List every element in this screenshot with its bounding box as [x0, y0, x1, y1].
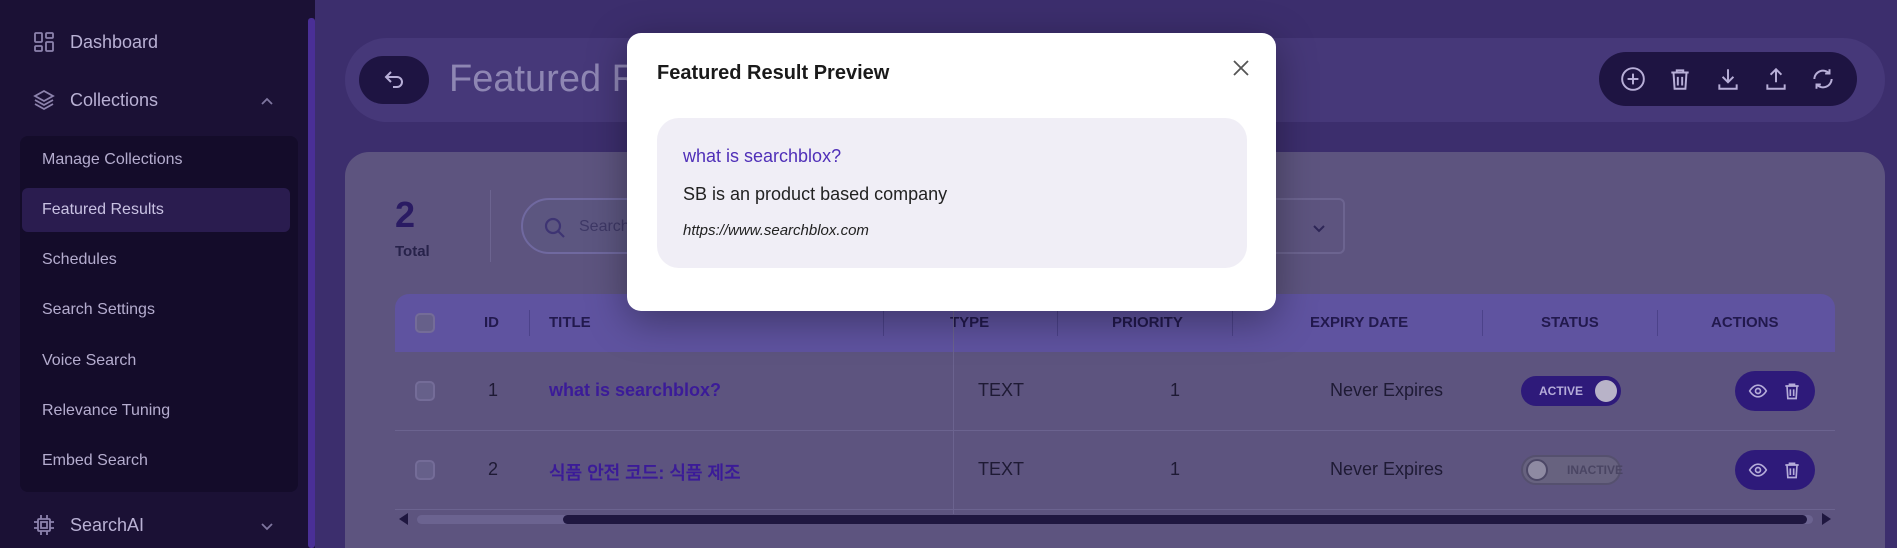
- cell-expiry-date: Never Expires: [1330, 380, 1444, 400]
- column-header-title[interactable]: TITLE: [549, 314, 591, 331]
- results-table: ID TITLE TYPE PRIORITY EXPIRY DATE STATU…: [395, 294, 1835, 514]
- select-all-checkbox[interactable]: [415, 313, 435, 333]
- sidebar-item-schedules[interactable]: Schedules: [22, 238, 290, 282]
- delete-icon[interactable]: [1667, 66, 1693, 92]
- chevron-down-icon[interactable]: [259, 518, 275, 534]
- close-button[interactable]: [1228, 55, 1254, 81]
- total-count: 2: [395, 194, 416, 235]
- sidebar-item-voice-search[interactable]: Voice Search: [22, 339, 290, 383]
- sidebar-item-collections[interactable]: Collections: [32, 88, 158, 112]
- chip-icon: [34, 515, 54, 535]
- column-separator: [529, 310, 530, 336]
- cell-priority: 1: [1170, 380, 1181, 400]
- sidebar-item-featured-results[interactable]: Featured Results: [22, 188, 290, 232]
- sidebar-scrollbar[interactable]: [308, 18, 315, 548]
- status-label: INACTIVE: [1567, 463, 1624, 477]
- preview-title-link[interactable]: what is searchblox?: [683, 146, 841, 167]
- preview-url: https://www.searchblox.com: [683, 222, 869, 239]
- back-button[interactable]: [359, 56, 429, 104]
- row-checkbox[interactable]: [415, 460, 435, 480]
- search-icon: [544, 217, 565, 238]
- column-separator: [883, 310, 884, 336]
- eye-icon[interactable]: [1748, 381, 1768, 401]
- sidebar-item-label: Dashboard: [70, 31, 159, 52]
- refresh-icon[interactable]: [1810, 66, 1836, 92]
- column-separator: [1482, 310, 1483, 336]
- column-separator: [1057, 310, 1058, 336]
- scroll-thumb[interactable]: [563, 515, 1807, 524]
- sidebar-item-label: Collections: [70, 89, 159, 110]
- sidebar-item-dashboard[interactable]: Dashboard: [32, 30, 158, 54]
- eye-icon[interactable]: [1748, 460, 1768, 480]
- trash-icon[interactable]: [1782, 381, 1802, 401]
- row-actions: [1735, 450, 1815, 490]
- scroll-left-arrow[interactable]: [399, 513, 408, 525]
- column-header-priority[interactable]: PRIORITY: [1112, 314, 1183, 331]
- cell-type: TEXT: [978, 380, 1025, 400]
- sidebar-item-embed-search[interactable]: Embed Search: [22, 439, 290, 483]
- cell-title-link[interactable]: 식품 안전 코드: 식품 제조: [549, 459, 741, 485]
- column-header-expiry-date[interactable]: EXPIRY DATE: [1310, 314, 1408, 331]
- status-label: ACTIVE: [1539, 384, 1584, 398]
- sidebar-item-manage-collections[interactable]: Manage Collections: [22, 138, 290, 182]
- scroll-right-arrow[interactable]: [1822, 513, 1831, 525]
- column-header-actions: ACTIONS: [1711, 314, 1779, 331]
- table-row: 2 식품 안전 코드: 식품 제조 TEXT 1 Never Expires I…: [395, 431, 1835, 510]
- cell-id: 2: [488, 459, 499, 479]
- table-row: 1 what is searchblox? TEXT 1 Never Expir…: [395, 352, 1835, 431]
- featured-result-preview: what is searchblox? SB is an product bas…: [657, 118, 1247, 268]
- sidebar-item-searchai[interactable]: SearchAI: [32, 513, 144, 537]
- sidebar-item-search-settings[interactable]: Search Settings: [22, 288, 290, 332]
- column-separator: [1657, 310, 1658, 336]
- toggle-knob: [1595, 380, 1617, 402]
- cell-expiry-date: Never Expires: [1330, 459, 1444, 479]
- toolbar: [1599, 52, 1857, 106]
- sidebar-item-relevance-tuning[interactable]: Relevance Tuning: [22, 389, 290, 433]
- horizontal-scrollbar[interactable]: [395, 508, 1835, 530]
- cell-type: TEXT: [978, 459, 1025, 479]
- cell-priority: 1: [1170, 459, 1181, 479]
- row-actions: [1735, 371, 1815, 411]
- preview-modal: Featured Result Preview what is searchbl…: [627, 33, 1276, 311]
- column-separator: [1232, 310, 1233, 336]
- add-icon[interactable]: [1620, 66, 1646, 92]
- sidebar: Dashboard Collections Manage Collections…: [0, 0, 315, 548]
- column-resize-line: [953, 294, 954, 514]
- back-arrow-icon: [384, 71, 403, 88]
- column-header-status[interactable]: STATUS: [1541, 314, 1599, 331]
- trash-icon[interactable]: [1782, 460, 1802, 480]
- modal-title: Featured Result Preview: [657, 62, 890, 84]
- total-label: Total: [395, 243, 430, 260]
- toggle-knob: [1526, 459, 1548, 481]
- row-checkbox[interactable]: [415, 381, 435, 401]
- cell-title-link[interactable]: what is searchblox?: [549, 380, 721, 401]
- chevron-up-icon[interactable]: [259, 94, 275, 110]
- column-header-id[interactable]: ID: [484, 314, 499, 331]
- cell-id: 1: [488, 380, 499, 400]
- preview-description: SB is an product based company: [683, 184, 948, 204]
- status-toggle[interactable]: ACTIVE: [1521, 376, 1621, 406]
- page-title: Featured Results: [449, 58, 649, 100]
- divider: [490, 190, 491, 262]
- dashboard-icon: [34, 32, 54, 52]
- status-toggle[interactable]: INACTIVE: [1521, 455, 1624, 485]
- close-icon: [1233, 60, 1249, 76]
- layers-icon: [33, 89, 55, 111]
- upload-icon[interactable]: [1763, 66, 1789, 92]
- column-header-type[interactable]: TYPE: [950, 314, 989, 331]
- sidebar-item-label: SearchAI: [70, 514, 145, 535]
- chevron-down-icon: [1313, 225, 1325, 233]
- download-icon[interactable]: [1715, 66, 1741, 92]
